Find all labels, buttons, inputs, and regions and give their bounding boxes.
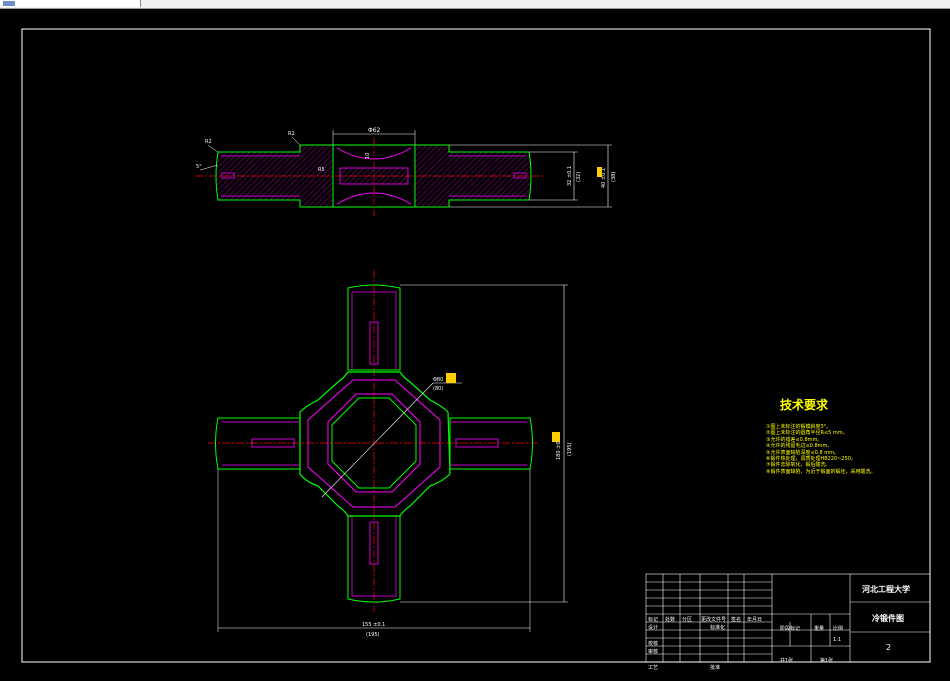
dim-width: 155 ±0.1 <box>362 622 385 628</box>
header-mark: 标记 <box>648 617 659 623</box>
dim-10: 10 <box>365 153 371 159</box>
row-review: 审核 <box>648 649 659 655</box>
arm-left <box>215 417 301 470</box>
header-count: 处数 <box>665 617 676 623</box>
check-label: 校核 <box>648 641 659 647</box>
tolerance-marker-bore <box>446 373 456 383</box>
sheet-current: 第1张 <box>820 658 834 664</box>
dim-phi62: Φ62 <box>368 127 381 134</box>
stage-label: 阶段标记 <box>780 626 801 632</box>
scale-value: 1:1 <box>833 637 842 643</box>
header-sign: 签名 <box>731 617 742 623</box>
weight-label: 重量 <box>814 626 825 632</box>
dim-height-b: (195) <box>567 443 573 456</box>
dim-width-b: (195) <box>366 632 379 638</box>
right-arm-section <box>414 144 532 208</box>
drawing-frame <box>21 28 931 663</box>
header-docno: 更改文件号 <box>701 617 727 623</box>
left-arm-section <box>215 144 334 208</box>
dim-phi80b: (80) <box>433 386 443 392</box>
app-top-bar <box>0 0 950 9</box>
dim-38b: (38) <box>611 172 617 182</box>
drawing-tab[interactable] <box>0 0 141 7</box>
header-date: 年月日 <box>747 617 763 623</box>
dim-32: 32 ±0.1 <box>567 166 573 186</box>
sheet-number: 2 <box>886 643 892 652</box>
std-label: 标准化 <box>710 625 726 631</box>
row-process: 工艺 <box>648 665 659 671</box>
drawing-tab-icon <box>3 1 15 6</box>
approve-label: 批准 <box>710 665 721 671</box>
arm-right <box>449 417 533 470</box>
cad-drawing: Φ62 R2 R2 10 R5 5° 32 ±0.1 (32) 40 ±0.1 … <box>21 28 931 663</box>
front-view-cross: Φ80 (80) 180 ±0.1 (195) 155 ±0.1 (195) <box>208 270 573 638</box>
dim-32b: (32) <box>576 172 582 182</box>
tech-item: ⑧锻件表面缺陷，为近于锻面的锻坯，采用酸洗。 <box>766 468 876 475</box>
dim-r2-mid: R2 <box>288 131 295 137</box>
cad-canvas[interactable]: Φ62 R2 R2 10 R5 5° 32 ±0.1 (32) 40 ±0.1 … <box>0 9 950 681</box>
sheet-total: 共1张 <box>780 658 794 664</box>
scale-label: 比例 <box>833 626 844 632</box>
dim-phi80: Φ80 <box>433 377 443 383</box>
top-view-section: Φ62 R2 R2 10 R5 5° 32 ±0.1 (32) 40 ±0.1 … <box>195 127 617 218</box>
header-zone: 分区 <box>682 617 693 623</box>
school-name: 河北工程大学 <box>862 585 910 594</box>
tolerance-marker-height <box>552 432 560 442</box>
drawing-name: 冷锻件图 <box>872 614 904 623</box>
tech-requirements-list: ①图上未标注的锻模斜度3°。 ②图上未标注的圆角半径R≤5 mm。 ③允许的错差… <box>766 424 946 475</box>
dim-angle: 5° <box>196 164 202 170</box>
tech-requirements-title: 技术要求 <box>780 398 829 412</box>
dim-r5: R5 <box>318 167 325 173</box>
dim-r2-left: R2 <box>205 139 212 145</box>
tolerance-marker-top <box>597 167 602 177</box>
row-design: 设计 <box>648 625 659 631</box>
